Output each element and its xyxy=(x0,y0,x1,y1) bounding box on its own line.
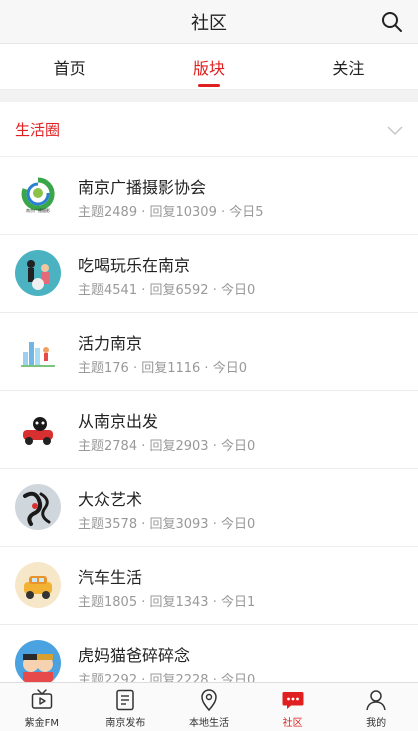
tabbar-label: 本地生活 xyxy=(188,718,229,729)
top-bar: 社区 xyxy=(0,0,418,44)
divider xyxy=(0,90,418,102)
forum-stats: 主题1805 · 回复1343 · 今日1 xyxy=(78,595,256,610)
bottom-tab-bar: 紫金FM 南京发布 本地生活 社区 我的 xyxy=(0,682,418,731)
chat-bubble-icon xyxy=(282,692,304,709)
forum-stats: 主题3578 · 回复3093 · 今日0 xyxy=(78,517,256,532)
forum-avatar xyxy=(15,484,61,530)
forum-avatar xyxy=(15,562,61,608)
section-title: 生活圈 xyxy=(15,120,61,139)
forum-stats: 主题4541 · 回复6592 · 今日0 xyxy=(78,283,256,298)
forum-name: 活力南京 xyxy=(78,334,143,353)
tab-home[interactable]: 首页 xyxy=(0,44,139,89)
list-item[interactable]: 大众艺术 主题3578 · 回复3093 · 今日0 xyxy=(0,469,418,547)
tab-forums[interactable]: 版块 xyxy=(139,44,278,89)
forum-name: 从南京出发 xyxy=(78,412,159,431)
tabbar-label: 紫金FM xyxy=(24,718,59,729)
list-item[interactable]: 吃喝玩乐在南京 主题4541 · 回复6592 · 今日0 xyxy=(0,235,418,313)
forum-avatar xyxy=(15,640,61,686)
chevron-down-icon[interactable] xyxy=(386,121,404,139)
section-header-life-circle[interactable]: 生活圈 xyxy=(0,102,418,157)
forum-list: 南京广播摄影 南京广播摄影协会 主题2489 · 回复10309 · 今日5 吃… xyxy=(0,157,418,703)
forum-name: 吃喝玩乐在南京 xyxy=(78,256,191,275)
forum-stats: 主题2489 · 回复10309 · 今日5 xyxy=(78,205,264,220)
forum-avatar xyxy=(15,250,61,296)
top-tabs: 首页 版块 关注 xyxy=(0,44,418,90)
forum-name: 南京广播摄影协会 xyxy=(78,178,207,197)
forum-avatar xyxy=(15,406,61,452)
page-title: 社区 xyxy=(191,12,227,34)
tabbar-label: 南京发布 xyxy=(105,718,146,729)
list-item[interactable]: 从南京出发 主题2784 · 回复2903 · 今日0 xyxy=(0,391,418,469)
list-item[interactable]: 汽车生活 主题1805 · 回复1343 · 今日1 xyxy=(0,547,418,625)
tabbar-item-fm[interactable]: 紫金FM xyxy=(0,683,84,731)
tabbar-item-nanjing-release[interactable]: 南京发布 xyxy=(84,683,168,731)
forum-avatar: 南京广播摄影 xyxy=(15,172,61,218)
forum-stats: 主题2784 · 回复2903 · 今日0 xyxy=(78,439,256,454)
forum-stats: 主题176 · 回复1116 · 今日0 xyxy=(78,361,247,376)
forum-name: 大众艺术 xyxy=(78,490,143,509)
search-icon[interactable] xyxy=(380,10,404,34)
tabbar-item-community[interactable]: 社区 xyxy=(251,683,335,731)
tabbar-item-mine[interactable]: 我的 xyxy=(334,683,418,731)
document-icon xyxy=(116,689,135,711)
forum-avatar xyxy=(15,328,61,374)
tabbar-item-local-life[interactable]: 本地生活 xyxy=(167,683,251,731)
radio-play-icon xyxy=(31,689,53,709)
forum-name: 虎妈猫爸碎碎念 xyxy=(78,646,191,665)
avatar-logo-text: 南京广播摄影 xyxy=(26,207,50,213)
tabbar-label: 我的 xyxy=(366,718,387,729)
location-pin-icon xyxy=(201,689,217,712)
tabbar-label: 社区 xyxy=(282,718,303,729)
tab-following[interactable]: 关注 xyxy=(279,44,418,89)
forum-name: 汽车生活 xyxy=(78,568,143,587)
person-icon xyxy=(366,690,386,711)
list-item[interactable]: 活力南京 主题176 · 回复1116 · 今日0 xyxy=(0,313,418,391)
list-item[interactable]: 南京广播摄影 南京广播摄影协会 主题2489 · 回复10309 · 今日5 xyxy=(0,157,418,235)
